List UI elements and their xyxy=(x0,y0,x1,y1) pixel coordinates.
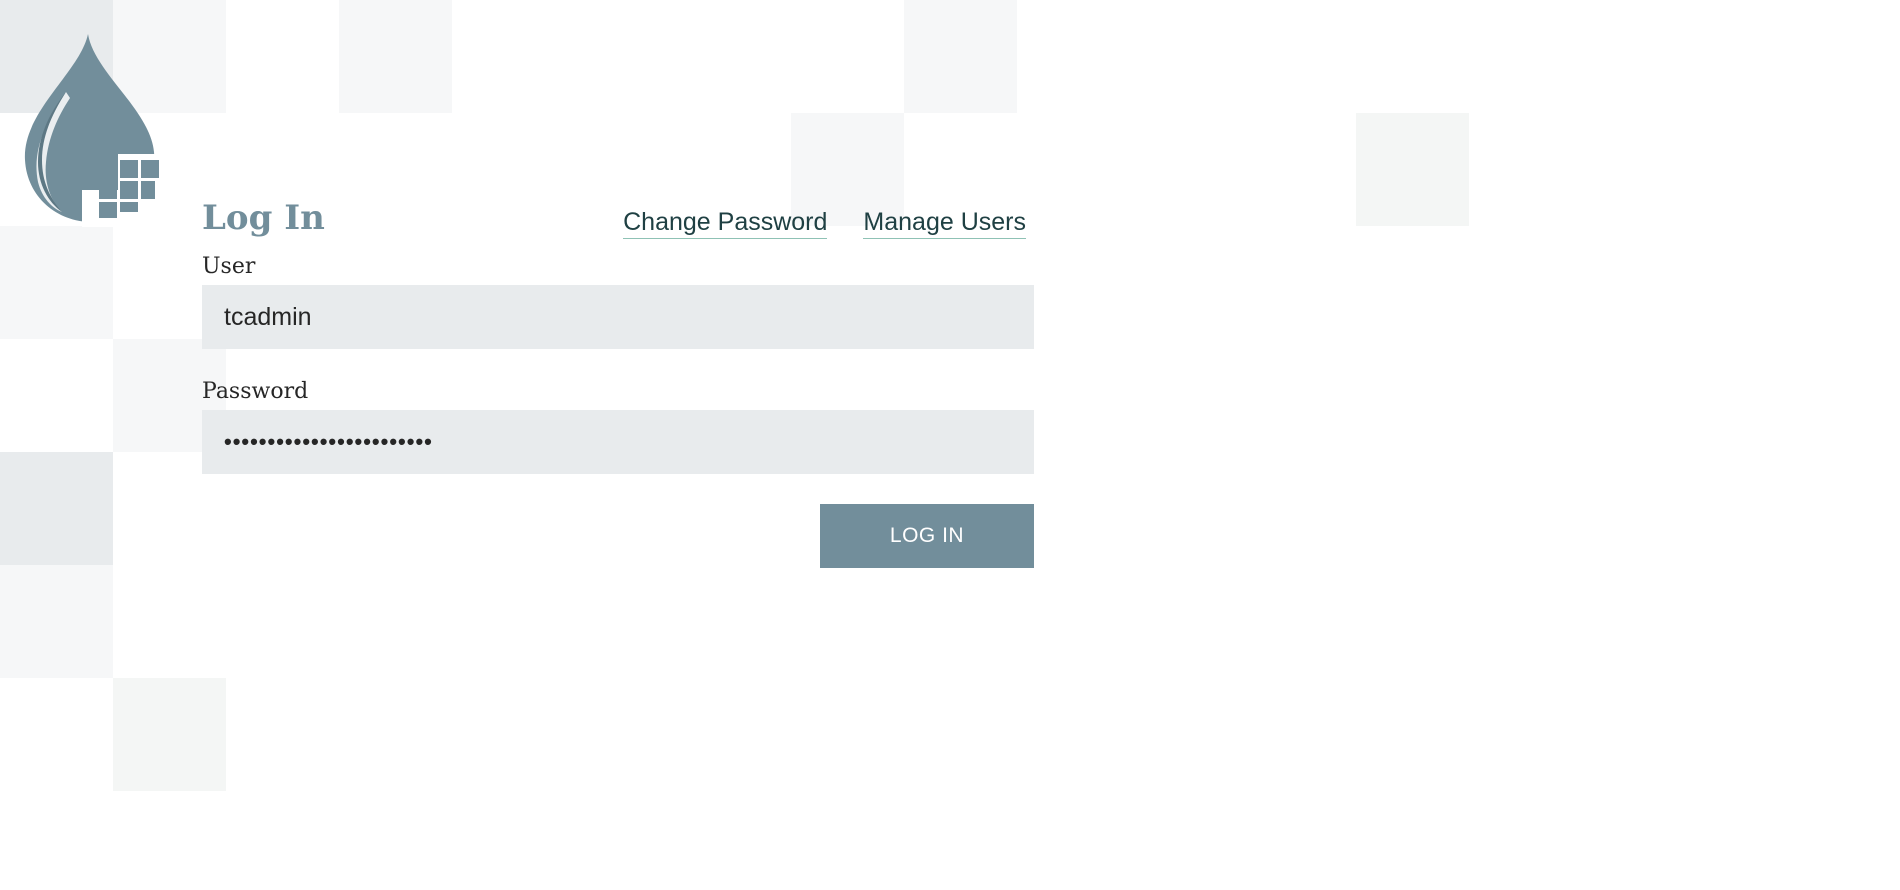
droplet-grid-logo-icon xyxy=(24,34,162,227)
form-header: Log In Change Password Manage Users xyxy=(202,198,1034,248)
background-tile xyxy=(904,0,1017,113)
background-tile xyxy=(339,0,452,113)
user-input[interactable] xyxy=(202,285,1034,349)
login-button[interactable]: LOG IN xyxy=(820,504,1034,568)
change-password-link[interactable]: Change Password xyxy=(623,208,828,239)
page-title: Log In xyxy=(202,198,325,238)
login-form: Log In Change Password Manage Users User… xyxy=(202,198,1034,568)
background-tile xyxy=(0,565,113,678)
login-page: Log In Change Password Manage Users User… xyxy=(0,0,1900,890)
background-tile xyxy=(0,452,113,565)
password-field-group: Password xyxy=(202,379,1034,474)
manage-users-link[interactable]: Manage Users xyxy=(863,208,1026,239)
user-field-group: User xyxy=(202,254,1034,349)
password-input[interactable] xyxy=(202,410,1034,474)
user-label: User xyxy=(202,254,256,279)
password-label: Password xyxy=(202,379,309,404)
background-tile xyxy=(113,678,226,791)
header-links: Change Password Manage Users xyxy=(623,208,1026,239)
form-actions: LOG IN xyxy=(202,504,1034,568)
background-tile xyxy=(0,226,113,339)
background-tile xyxy=(1356,113,1469,226)
